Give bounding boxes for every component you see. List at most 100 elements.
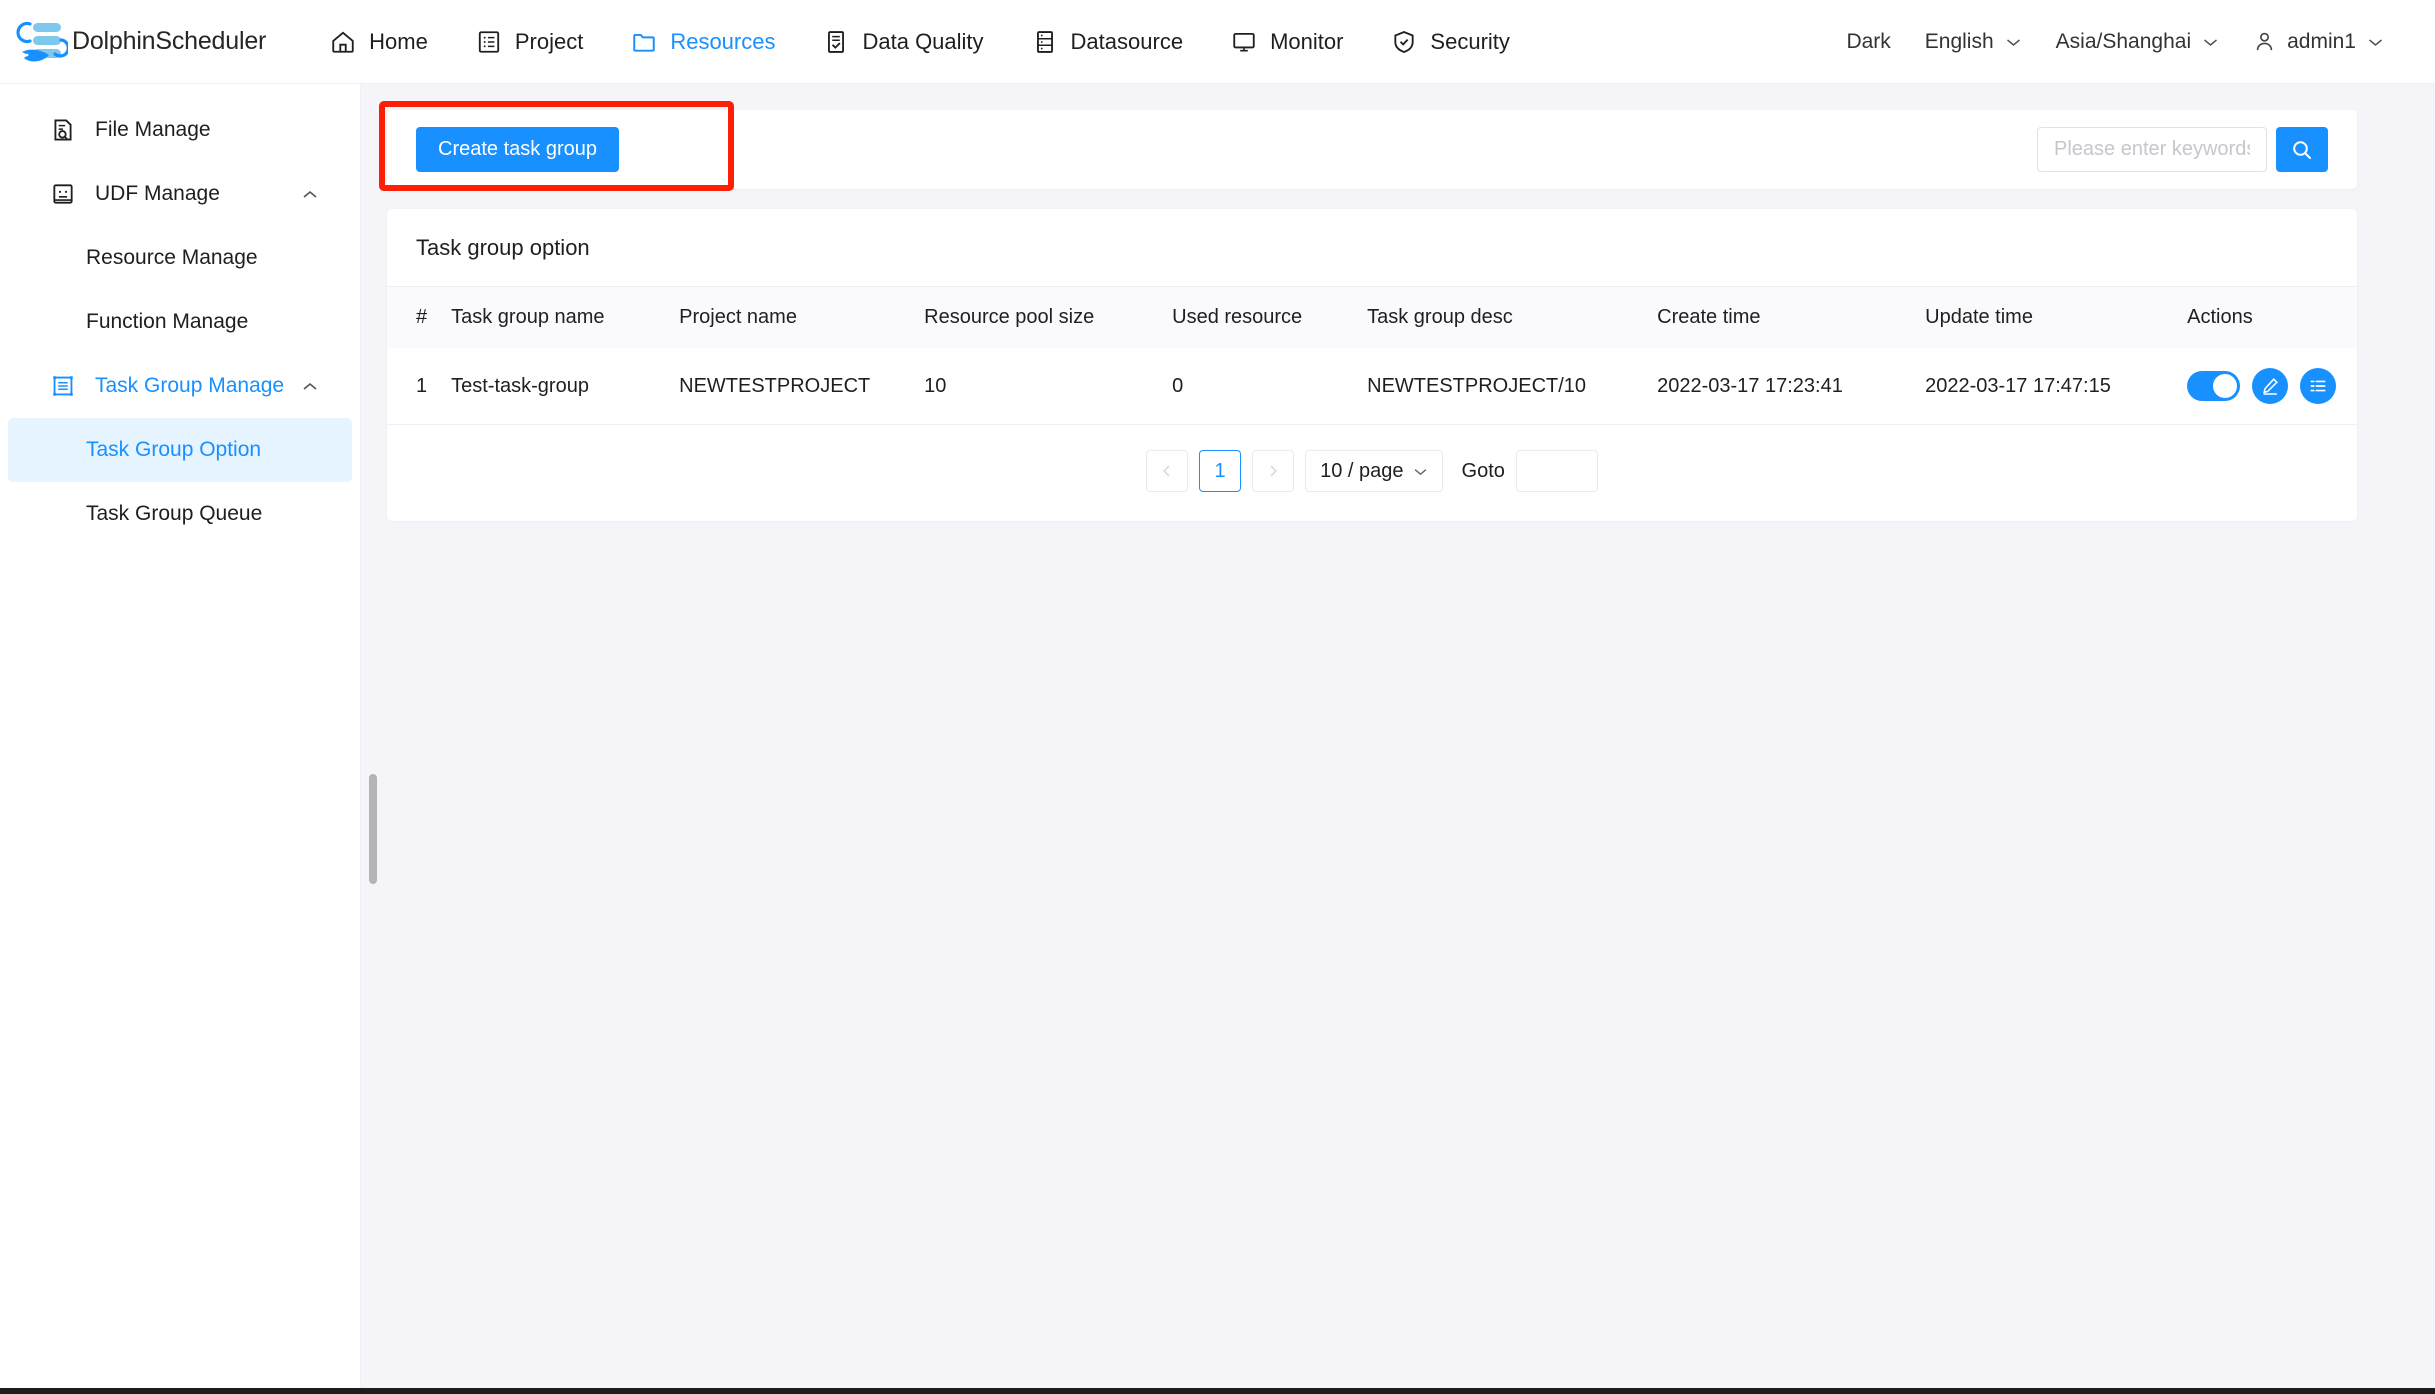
search-button[interactable]: [2276, 127, 2328, 172]
document-check-icon: [823, 29, 849, 55]
nav-label-home: Home: [369, 29, 428, 55]
task-group-table: # Task group name Project name Resource …: [387, 287, 2357, 425]
chevron-down-icon: [2202, 37, 2219, 47]
user-menu[interactable]: admin1: [2236, 30, 2401, 54]
sidebar-item-udf-manage[interactable]: UDF Manage: [8, 162, 352, 226]
nav-label-datasource: Datasource: [1071, 29, 1184, 55]
chevron-down-icon: [2367, 37, 2384, 47]
nav-item-project[interactable]: Project: [452, 12, 607, 72]
search-area: [2037, 127, 2328, 172]
th-actions: Actions: [2175, 287, 2357, 348]
th-project-name: Project name: [667, 287, 912, 348]
content-scrollbar[interactable]: [369, 774, 377, 884]
nav-item-home[interactable]: Home: [306, 12, 452, 72]
sidebar: File Manage UDF Manage Resource Manage F…: [0, 84, 361, 1388]
nav-label-data-quality: Data Quality: [862, 29, 983, 55]
page-size-label: 10 / page: [1320, 460, 1403, 483]
nav-item-security[interactable]: Security: [1367, 12, 1533, 72]
cell-update-time: 2022-03-17 17:47:15: [1913, 348, 2175, 425]
chevron-down-icon: [2005, 37, 2022, 47]
cell-project-name: NEWTESTPROJECT: [667, 348, 912, 425]
file-search-icon: [50, 117, 76, 143]
sidebar-item-resource-manage[interactable]: Resource Manage: [8, 226, 352, 290]
nav-label-monitor: Monitor: [1270, 29, 1343, 55]
sidebar-item-function-manage[interactable]: Function Manage: [8, 290, 352, 354]
th-index: #: [387, 287, 439, 348]
th-update-time: Update time: [1913, 287, 2175, 348]
goto-input[interactable]: [1516, 450, 1598, 492]
th-task-group-desc: Task group desc: [1355, 287, 1645, 348]
pagination-prev-button[interactable]: [1146, 450, 1188, 492]
nav-label-project: Project: [515, 29, 583, 55]
sidebar-item-task-group-queue[interactable]: Task Group Queue: [8, 482, 352, 546]
list-detail-icon: [2308, 376, 2328, 396]
goto-label: Goto: [1462, 460, 1505, 483]
th-task-group-name: Task group name: [439, 287, 667, 348]
th-create-time: Create time: [1645, 287, 1913, 348]
task-group-icon: [50, 373, 76, 399]
th-used-resource: Used resource: [1160, 287, 1355, 348]
timezone-label: Asia/Shanghai: [2056, 30, 2191, 54]
chevron-up-icon: [301, 381, 319, 392]
table-row[interactable]: 1 Test-task-group NEWTESTPROJECT 10 0 NE…: [387, 348, 2357, 425]
table-body: 1 Test-task-group NEWTESTPROJECT 10 0 NE…: [387, 348, 2357, 425]
theme-toggle[interactable]: Dark: [1829, 30, 1907, 54]
list-box-icon: [476, 29, 502, 55]
home-icon: [330, 29, 356, 55]
nav-item-data-quality[interactable]: Data Quality: [799, 12, 1007, 72]
cell-resource-pool-size: 10: [912, 348, 1160, 425]
sidebar-item-task-group-option[interactable]: Task Group Option: [8, 418, 352, 482]
search-icon: [2290, 138, 2314, 162]
toolbar-card: Create task group: [387, 110, 2357, 189]
detail-button[interactable]: [2300, 368, 2336, 404]
theme-label: Dark: [1846, 30, 1890, 54]
pagination-next-button[interactable]: [1252, 450, 1294, 492]
user-icon: [2253, 30, 2276, 53]
cell-index: 1: [387, 348, 439, 425]
sidebar-label-file-manage: File Manage: [95, 118, 211, 142]
language-label: English: [1925, 30, 1994, 54]
monitor-icon: [1231, 29, 1257, 55]
toggle-knob: [2213, 374, 2237, 398]
cell-used-resource: 0: [1160, 348, 1355, 425]
search-input[interactable]: [2037, 127, 2267, 172]
sidebar-item-task-group-manage[interactable]: Task Group Manage: [8, 354, 352, 418]
chevron-down-icon: [1413, 467, 1428, 476]
nav-item-monitor[interactable]: Monitor: [1207, 12, 1367, 72]
chevron-up-icon: [301, 189, 319, 200]
bottom-bar: [0, 1388, 2435, 1394]
nav-item-datasource[interactable]: Datasource: [1008, 12, 1208, 72]
nav-item-resources[interactable]: Resources: [607, 12, 799, 72]
main-content: Create task group Task group option #: [361, 84, 2435, 1388]
chevron-left-icon: [1159, 463, 1175, 479]
cell-actions: [2175, 348, 2357, 425]
nav-label-security: Security: [1430, 29, 1509, 55]
chevron-right-icon: [1265, 463, 1281, 479]
brand-name: DolphinScheduler: [72, 27, 266, 56]
sidebar-label-resource-manage: Resource Manage: [86, 246, 258, 270]
th-resource-pool-size: Resource pool size: [912, 287, 1160, 348]
database-icon: [1032, 29, 1058, 55]
timezone-selector[interactable]: Asia/Shanghai: [2039, 30, 2236, 54]
cell-task-group-desc: NEWTESTPROJECT/10: [1355, 348, 1645, 425]
udf-face-icon: [50, 181, 76, 207]
sidebar-label-task-group-option: Task Group Option: [86, 438, 261, 462]
row-actions: [2187, 368, 2345, 404]
header-right: Dark English Asia/Shanghai admin1: [1829, 30, 2401, 54]
page-size-selector[interactable]: 10 / page: [1305, 450, 1442, 492]
table-header: # Task group name Project name Resource …: [387, 287, 2357, 348]
task-group-table-card: Task group option # Task group name Proj…: [387, 209, 2357, 521]
create-task-group-button[interactable]: Create task group: [416, 127, 619, 172]
panel-title: Task group option: [387, 209, 2357, 287]
dolphin-logo-icon: [16, 18, 68, 66]
shield-check-icon: [1391, 29, 1417, 55]
user-name: admin1: [2287, 30, 2356, 54]
edit-pencil-icon: [2260, 376, 2280, 396]
folder-icon: [631, 29, 657, 55]
edit-button[interactable]: [2252, 368, 2288, 404]
language-selector[interactable]: English: [1908, 30, 2039, 54]
status-toggle[interactable]: [2187, 371, 2240, 401]
brand[interactable]: DolphinScheduler: [16, 18, 266, 66]
sidebar-item-file-manage[interactable]: File Manage: [8, 98, 352, 162]
pagination-page-1[interactable]: 1: [1199, 450, 1241, 492]
